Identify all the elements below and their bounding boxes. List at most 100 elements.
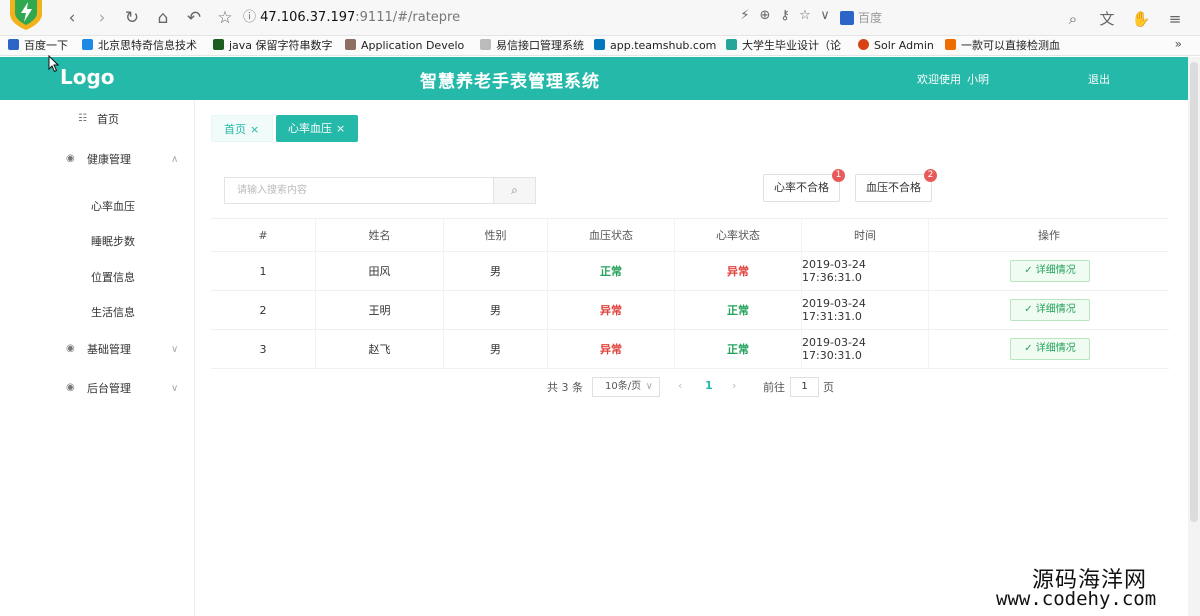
- key-icon[interactable]: ⚷: [775, 8, 795, 23]
- location-pin-icon: ◉: [66, 343, 75, 354]
- watermark-url: www.codehy.com: [996, 588, 1157, 610]
- check-icon: ✓: [1024, 265, 1033, 276]
- reload-icon[interactable]: ↻: [122, 8, 142, 28]
- scrollbar-thumb[interactable]: [1190, 62, 1198, 522]
- detail-button[interactable]: ✓ 详细情况: [1010, 299, 1090, 321]
- bookmark-item[interactable]: Application Develo: [345, 39, 464, 53]
- bookmarks-more-icon[interactable]: »: [1175, 37, 1182, 51]
- heart-rate-fail-label: 心率不合格: [774, 181, 829, 194]
- heart-rate-fail-badge: 1: [832, 169, 845, 182]
- welcome-text: 欢迎使用 小明: [917, 71, 989, 87]
- blood-pressure-fail-button[interactable]: 血压不合格: [855, 174, 932, 202]
- mouse-cursor-icon: [48, 55, 60, 73]
- cell-hr-status: 正常: [675, 330, 802, 368]
- bookmark-item[interactable]: Solr Admin: [858, 39, 934, 53]
- cell-name: 王明: [316, 291, 444, 329]
- bookmark-star-icon[interactable]: ☆: [795, 8, 815, 23]
- search-icon[interactable]: ⌕: [1056, 10, 1090, 28]
- welcome-label: 欢迎使用: [917, 73, 961, 86]
- submenu-sleep-steps[interactable]: 睡眠步数: [91, 233, 135, 249]
- cell-name: 田风: [316, 252, 444, 290]
- cell-hr-status: 正常: [675, 291, 802, 329]
- chevron-up-icon: ∧: [171, 154, 179, 165]
- menu-icon[interactable]: ≡: [1158, 10, 1192, 28]
- bookmark-item[interactable]: java 保留字符串数字: [213, 39, 333, 53]
- tab-home-label: 首页: [224, 123, 246, 136]
- col-time: 时间: [802, 219, 929, 251]
- submenu-life[interactable]: 生活信息: [91, 304, 135, 320]
- forward-icon[interactable]: ›: [92, 8, 112, 28]
- submenu-heart-rate[interactable]: 心率血压: [91, 198, 135, 214]
- col-gender: 性别: [444, 219, 548, 251]
- info-icon: ⓘ: [243, 10, 257, 25]
- lightning-icon[interactable]: ⚡: [735, 8, 755, 23]
- right-tools: ⌕ 文 ✋ ≡: [1056, 8, 1192, 29]
- cell-index: 1: [211, 252, 316, 290]
- close-icon[interactable]: ×: [336, 122, 345, 135]
- zoom-icon[interactable]: ⊕: [755, 8, 775, 23]
- bookmark-item[interactable]: 易信接口管理系统: [480, 39, 584, 53]
- translate-icon[interactable]: 文: [1090, 8, 1124, 29]
- undo-icon[interactable]: ↶: [184, 8, 204, 28]
- app-title: 智慧养老手表管理系统: [420, 72, 600, 92]
- search-input[interactable]: 请输入搜索内容: [224, 177, 494, 204]
- menu-health[interactable]: ◉ 健康管理 ∧: [0, 150, 195, 170]
- grid-icon: ☷: [78, 113, 87, 124]
- bookmark-item[interactable]: 百度一下: [8, 39, 68, 53]
- sidebar: ☷ 首页 ◉ 健康管理 ∧ 心率血压 睡眠步数 位置信息 生活信息 ◉ 基础管理…: [0, 100, 195, 616]
- table-row: 3 赵飞 男 异常 正常 2019-03-24 17:30:31.0 ✓ 详细情…: [211, 330, 1169, 369]
- menu-backend-label: 后台管理: [87, 382, 131, 395]
- back-icon[interactable]: ‹: [62, 8, 82, 28]
- cell-bp-status: 异常: [548, 330, 675, 368]
- menu-home[interactable]: ☷ 首页: [0, 110, 195, 130]
- tab-heart-rate[interactable]: 心率血压 ×: [276, 115, 358, 142]
- col-bp-status: 血压状态: [548, 219, 675, 251]
- cell-name: 赵飞: [316, 330, 444, 368]
- prev-page-icon[interactable]: ‹: [678, 379, 682, 392]
- col-hr-status: 心率状态: [675, 219, 802, 251]
- logout-link[interactable]: 退出: [1088, 71, 1110, 87]
- bookmarks-bar: 百度一下 北京思特奇信息技术 java 保留字符串数字 Application …: [0, 36, 1200, 56]
- submenu-location[interactable]: 位置信息: [91, 269, 135, 285]
- cell-gender: 男: [444, 330, 548, 368]
- cell-index: 2: [211, 291, 316, 329]
- cell-time: 2019-03-24 17:36:31.0: [802, 252, 929, 290]
- col-action: 操作: [1038, 229, 1060, 242]
- detail-button[interactable]: ✓ 详细情况: [1010, 260, 1090, 282]
- cell-index: 3: [211, 330, 316, 368]
- goto-page-input[interactable]: 1: [790, 377, 819, 397]
- col-name: 姓名: [316, 219, 444, 251]
- url-host: 47.106.37.197: [260, 10, 356, 25]
- page-size-select[interactable]: 10条/页 ∨: [592, 377, 660, 397]
- page-label: 页: [823, 381, 834, 394]
- extension-icon[interactable]: ✋: [1124, 10, 1158, 28]
- menu-backend[interactable]: ◉ 后台管理 ∨: [0, 379, 195, 399]
- address-icons: ⚡ ⊕ ⚷ ☆ ∨: [735, 8, 835, 28]
- bookmark-item[interactable]: 大学生毕业设计（论: [726, 39, 841, 53]
- dropdown-icon[interactable]: ∨: [815, 8, 835, 23]
- current-page[interactable]: 1: [705, 379, 713, 392]
- data-table: # 姓名 性别 血压状态 心率状态 时间 操作 1 田风 男 正常 异常 201…: [211, 218, 1169, 369]
- detail-button[interactable]: ✓ 详细情况: [1010, 338, 1090, 360]
- blood-pressure-fail-badge: 2: [924, 169, 937, 182]
- detail-label: 详细情况: [1035, 343, 1076, 354]
- bookmark-item[interactable]: 北京思特奇信息技术: [82, 39, 197, 53]
- total-count: 共 3 条: [547, 381, 583, 394]
- cell-time: 2019-03-24 17:30:31.0: [802, 330, 929, 368]
- search-button[interactable]: ⌕: [494, 177, 536, 204]
- detail-label: 详细情况: [1035, 265, 1076, 276]
- star-icon[interactable]: ☆: [215, 8, 235, 28]
- search-placeholder: 请输入搜索内容: [237, 185, 307, 196]
- close-icon[interactable]: ×: [250, 123, 259, 136]
- menu-basic[interactable]: ◉ 基础管理 ∨: [0, 340, 195, 360]
- chevron-down-icon: ∨: [645, 381, 653, 392]
- col-index: #: [211, 219, 316, 251]
- heart-rate-fail-button[interactable]: 心率不合格: [763, 174, 840, 202]
- next-page-icon[interactable]: ›: [732, 379, 736, 392]
- tab-home[interactable]: 首页 ×: [211, 115, 273, 142]
- cell-hr-status: 异常: [675, 252, 802, 290]
- home-icon[interactable]: ⌂: [153, 8, 173, 28]
- bookmark-item[interactable]: 一款可以直接检测血: [945, 39, 1060, 53]
- cell-gender: 男: [444, 252, 548, 290]
- bookmark-item[interactable]: app.teamshub.com: [594, 39, 716, 53]
